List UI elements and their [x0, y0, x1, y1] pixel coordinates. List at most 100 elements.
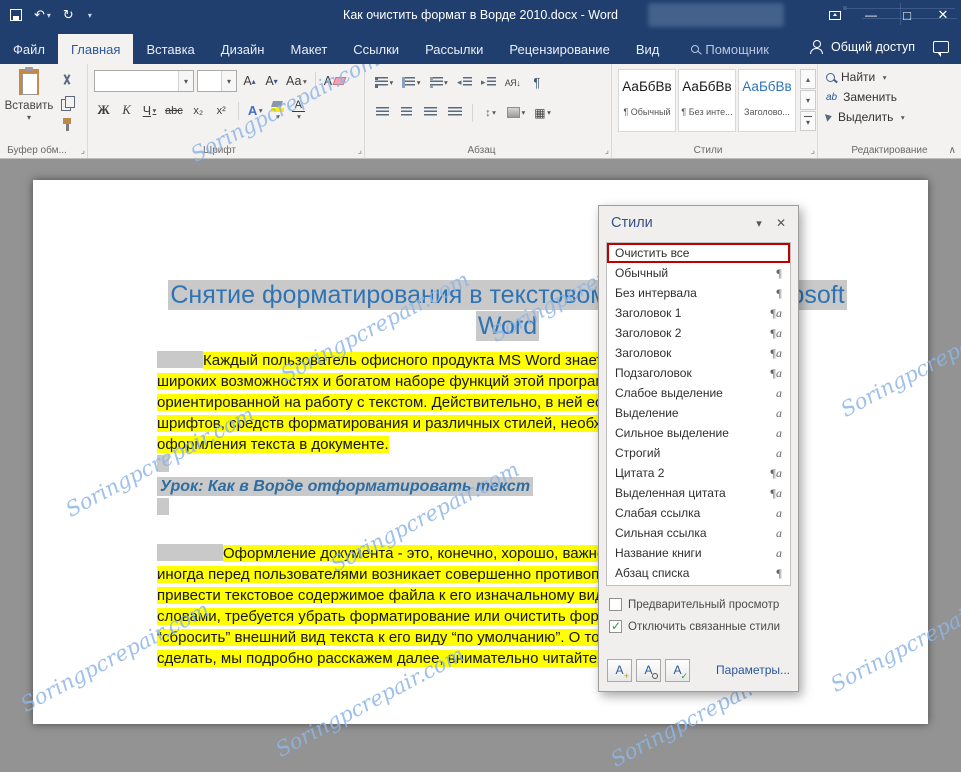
manage-styles-button[interactable]: А✓	[665, 659, 690, 682]
tab-tell-me[interactable]: Помощник	[678, 34, 782, 64]
copy-icon[interactable]	[61, 96, 74, 109]
cut-icon[interactable]	[60, 74, 74, 87]
justify-button[interactable]	[445, 102, 464, 123]
tab-view[interactable]: Вид	[623, 34, 673, 64]
style-item[interactable]: Обычный¶	[607, 263, 790, 283]
numbering-button[interactable]	[400, 72, 422, 93]
gallery-more-icon[interactable]: ▾	[800, 111, 816, 131]
font-dialog-launcher-icon[interactable]	[358, 145, 362, 156]
disable-linked-styles-checkbox[interactable]	[609, 620, 622, 633]
style-inspector-button[interactable]: А	[636, 659, 661, 682]
styles-pane-title: Стили	[611, 215, 748, 231]
line-spacing-button[interactable]	[481, 102, 500, 123]
highlight-color-button[interactable]	[269, 100, 286, 121]
tab-references[interactable]: Ссылки	[340, 34, 412, 64]
styles-dialog-launcher-icon[interactable]	[811, 145, 815, 156]
style-item[interactable]: Выделениеа	[607, 403, 790, 423]
font-size-dropdown-icon[interactable]: ▾	[221, 71, 236, 91]
save-icon[interactable]	[10, 9, 22, 21]
change-case-button[interactable]: Аа	[284, 71, 309, 92]
style-item-clear-all[interactable]: Очистить все	[607, 243, 790, 263]
styles-pane-close-icon[interactable]	[770, 212, 792, 234]
style-gallery-item-heading[interactable]: АаБбВв Заголово...	[738, 69, 796, 132]
gallery-scroll-up-icon[interactable]: ▴	[800, 69, 816, 89]
disable-linked-styles-row[interactable]: Отключить связанные стили	[609, 620, 790, 633]
styles-pane-menu-icon[interactable]	[748, 212, 770, 234]
maximize-icon[interactable]	[889, 0, 925, 30]
style-item[interactable]: Заголовок 2¶а	[607, 323, 790, 343]
sort-button[interactable]	[503, 72, 523, 93]
borders-button[interactable]	[532, 102, 553, 123]
style-item[interactable]: Цитата 2¶а	[607, 463, 790, 483]
tab-insert[interactable]: Вставка	[133, 34, 207, 64]
style-gallery-item-normal[interactable]: АаБбВв ¶ Обычный	[618, 69, 676, 132]
style-item[interactable]: Абзац списка¶	[607, 563, 790, 583]
paste-dropdown-icon[interactable]: ▾	[27, 113, 31, 122]
clipboard-dialog-launcher-icon[interactable]	[81, 145, 85, 156]
subscript-button[interactable]: x₂	[189, 100, 208, 121]
decrease-indent-button[interactable]: ◂	[455, 72, 474, 93]
style-gallery-item-no-spacing[interactable]: АаБбВв ¶ Без инте...	[678, 69, 736, 132]
comment-icon[interactable]	[933, 41, 949, 53]
text-effects-button[interactable]: А	[246, 100, 265, 121]
style-item[interactable]: Заголовок 1¶а	[607, 303, 790, 323]
increase-indent-button[interactable]: ▸	[479, 72, 498, 93]
new-style-button[interactable]: А+	[607, 659, 632, 682]
style-item[interactable]: Сильная ссылкаа	[607, 523, 790, 543]
preview-checkbox-row[interactable]: Предварительный просмотр	[609, 598, 790, 611]
preview-checkbox[interactable]	[609, 598, 622, 611]
bold-button[interactable]: Ж	[94, 100, 113, 121]
multilevel-list-button[interactable]	[428, 72, 450, 93]
style-item[interactable]: Без интервала¶	[607, 283, 790, 303]
share-button[interactable]: Общий доступ	[831, 40, 915, 54]
redo-icon[interactable]	[63, 7, 74, 23]
collapse-ribbon-icon[interactable]	[949, 145, 956, 156]
style-item[interactable]: Слабое выделениеа	[607, 383, 790, 403]
tab-mailings[interactable]: Рассылки	[412, 34, 496, 64]
style-item[interactable]: Название книгиа	[607, 543, 790, 563]
replace-button[interactable]: Заменить	[826, 90, 905, 104]
paragraph-dialog-launcher-icon[interactable]	[605, 145, 609, 156]
select-button[interactable]: Выделить	[826, 110, 905, 124]
tab-file[interactable]: Файл	[0, 34, 58, 64]
style-item[interactable]: Строгийа	[607, 443, 790, 463]
tab-home[interactable]: Главная	[58, 34, 133, 64]
underline-button[interactable]: Ч	[140, 100, 159, 121]
style-item[interactable]: Сильное выделениеа	[607, 423, 790, 443]
minimize-icon[interactable]	[853, 0, 889, 30]
style-item[interactable]: Слабая ссылкаа	[607, 503, 790, 523]
font-name-combo[interactable]: ▾	[94, 70, 194, 92]
lesson-link[interactable]: Урок: Как в Ворде отформатировать текст	[157, 477, 533, 496]
font-name-dropdown-icon[interactable]: ▾	[178, 71, 193, 91]
paste-button[interactable]: Вставить ▾	[4, 69, 54, 122]
customize-qat-icon[interactable]	[86, 11, 92, 20]
align-right-button[interactable]	[421, 102, 440, 123]
superscript-button[interactable]: x²	[212, 100, 231, 121]
align-left-button[interactable]	[373, 102, 392, 123]
close-icon[interactable]	[925, 0, 961, 30]
shading-button[interactable]	[505, 102, 527, 123]
format-painter-icon[interactable]	[61, 118, 73, 131]
undo-icon[interactable]	[34, 7, 51, 23]
shrink-font-button[interactable]: А	[262, 71, 281, 92]
clear-formatting-button[interactable]: А	[322, 71, 347, 92]
options-link[interactable]: Параметры...	[716, 663, 790, 677]
bullets-button[interactable]	[373, 72, 395, 93]
align-center-button[interactable]	[397, 102, 416, 123]
gallery-scroll-down-icon[interactable]: ▾	[800, 90, 816, 110]
grow-font-button[interactable]: А	[240, 71, 259, 92]
find-button[interactable]: Найти	[826, 70, 905, 84]
highlighted-text: оформления текста в документе.	[157, 436, 389, 453]
style-item[interactable]: Подзаголовок¶а	[607, 363, 790, 383]
tab-design[interactable]: Дизайн	[208, 34, 278, 64]
show-marks-button[interactable]	[527, 72, 546, 93]
font-color-button[interactable]: А	[290, 100, 307, 121]
strikethrough-button[interactable]: abc	[163, 100, 185, 121]
ribbon-display-options-icon[interactable]	[817, 0, 853, 30]
tab-layout[interactable]: Макет	[277, 34, 340, 64]
italic-button[interactable]: К	[117, 100, 136, 121]
tab-review[interactable]: Рецензирование	[496, 34, 622, 64]
font-size-combo[interactable]: ▾	[197, 70, 237, 92]
style-item[interactable]: Выделенная цитата¶а	[607, 483, 790, 503]
style-item[interactable]: Заголовок¶а	[607, 343, 790, 363]
